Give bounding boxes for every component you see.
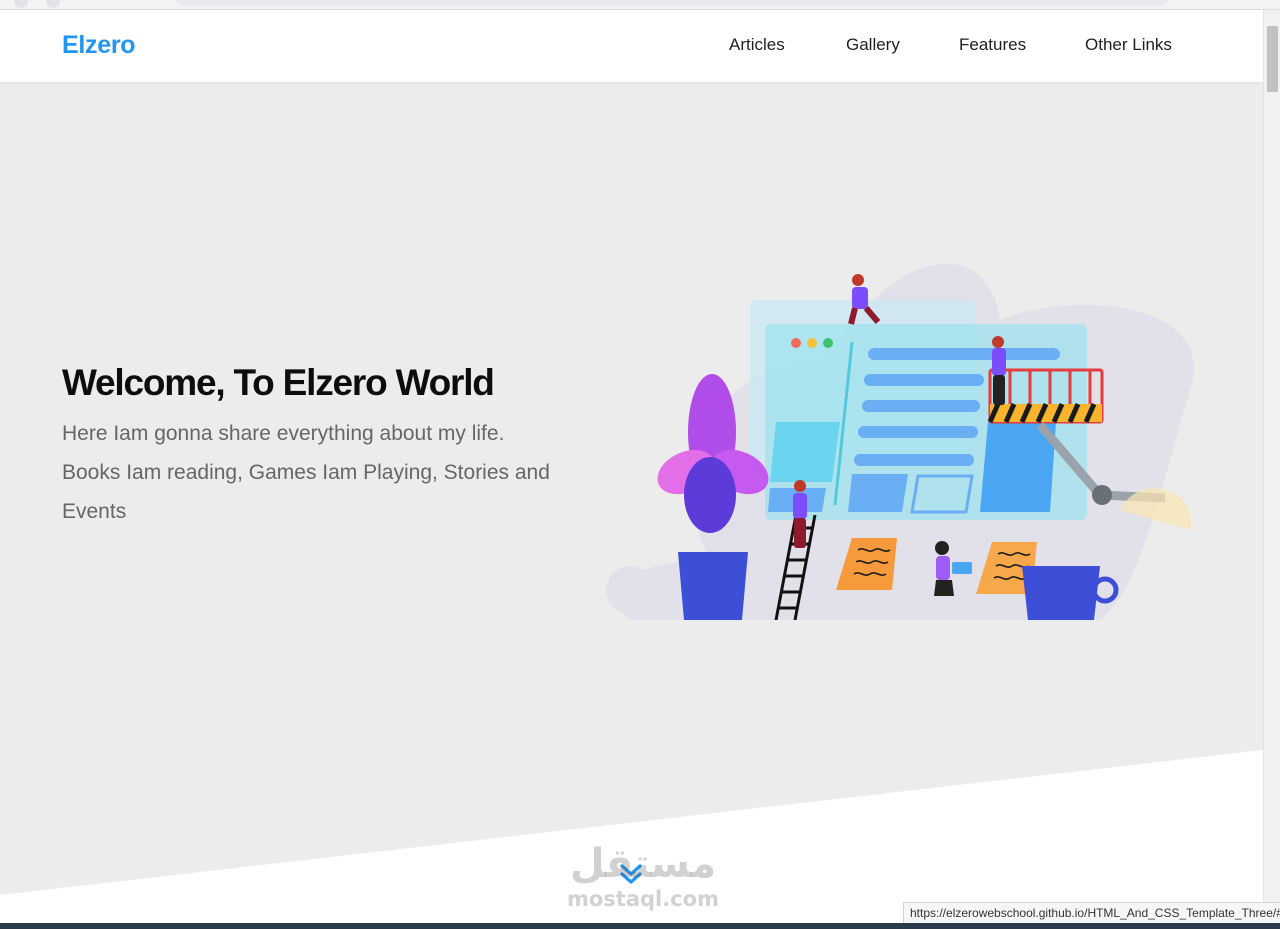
- nav-gallery[interactable]: Gallery: [846, 35, 900, 55]
- nav-links: Articles Gallery Features Other Links: [0, 35, 1263, 59]
- nav-other-links[interactable]: Other Links: [1085, 35, 1172, 55]
- address-bar[interactable]: [176, 0, 1168, 6]
- scrollbar-thumb[interactable]: [1267, 26, 1278, 92]
- hero-description-line: Books Iam reading, Games Iam Playing, St…: [62, 461, 550, 484]
- hero-description-line: Events: [62, 500, 127, 523]
- page-scrollbar[interactable]: [1263, 10, 1280, 923]
- page-viewport: Elzero Articles Gallery Features Other L…: [0, 10, 1263, 923]
- status-bar-url: https://elzerowebschool.github.io/HTML_A…: [903, 902, 1280, 923]
- scroll-down-button[interactable]: [618, 860, 644, 892]
- back-icon[interactable]: [14, 0, 28, 8]
- hero-description-line: Here Iam gonna share everything about my…: [62, 422, 505, 445]
- nav-features[interactable]: Features: [959, 35, 1026, 55]
- forward-icon[interactable]: [46, 0, 60, 8]
- hero-title: Welcome, To Elzero World: [62, 362, 495, 403]
- workspace-illustration: [606, 263, 1194, 620]
- top-navigation: Elzero Articles Gallery Features Other L…: [0, 10, 1263, 82]
- hero-description: Here Iam gonna share everything about my…: [62, 414, 582, 531]
- section-divider: [0, 750, 1263, 923]
- nav-articles[interactable]: Articles: [729, 35, 785, 55]
- hero-text: Welcome, To Elzero World Here Iam gonna …: [62, 360, 582, 531]
- browser-toolbar: [0, 0, 1280, 10]
- taskbar: [0, 923, 1280, 929]
